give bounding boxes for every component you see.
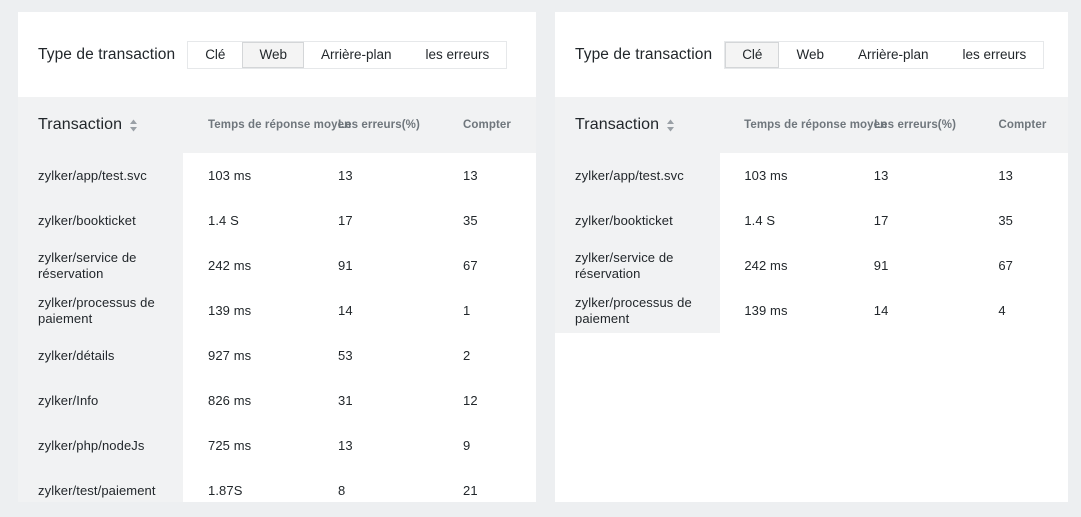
table-row[interactable]: zylker/Info 826 ms 31 12 [18, 378, 536, 423]
table-row[interactable]: zylker/app/test.svc 103 ms 13 13 [555, 153, 1068, 198]
column-header-avg-response-time[interactable]: Temps de réponse moyen [183, 119, 351, 131]
cell-count: 2 [463, 348, 471, 363]
column-header-errors[interactable]: Les erreurs(%) [328, 119, 433, 131]
cell-avg-response-time: 103 ms [744, 168, 788, 183]
tab-cle[interactable]: Clé [725, 41, 780, 68]
cell-transaction-name: zylker/détails [38, 347, 115, 363]
cell-transaction-name: zylker/app/test.svc [575, 167, 684, 183]
cell-errors: 91 [873, 258, 889, 273]
cell-count: 35 [463, 213, 478, 228]
table-row[interactable]: zylker/app/test.svc 103 ms 13 13 [18, 153, 536, 198]
transactions-table: Transaction Temps de réponse moyen Les e… [18, 97, 536, 502]
cell-avg-response-time: 927 ms [208, 348, 252, 363]
cell-count: 67 [463, 258, 478, 273]
cell-errors: 8 [338, 483, 346, 498]
tab-les-erreurs[interactable]: les erreurs [409, 42, 507, 68]
column-header-transaction[interactable]: Transaction [555, 116, 719, 134]
table-row[interactable]: zylker/processus de paiement 139 ms 14 4 [555, 288, 1068, 333]
cell-count: 13 [463, 168, 478, 183]
table-row[interactable]: zylker/test/paiement 1.87S 8 21 [18, 468, 536, 502]
cell-avg-response-time: 1.4 S [744, 213, 776, 228]
cell-count: 13 [998, 168, 1013, 183]
cell-transaction-name: zylker/processus de paiement [575, 294, 692, 326]
cell-avg-response-time: 826 ms [208, 393, 252, 408]
table-row[interactable]: zylker/processus de paiement 139 ms 14 1 [18, 288, 536, 333]
column-header-transaction-label: Transaction [38, 116, 123, 133]
cell-transaction-name: zylker/php/nodeJs [38, 437, 145, 453]
cell-avg-response-time: 139 ms [208, 303, 252, 318]
column-header-avg-response-time[interactable]: Temps de réponse moyen [719, 119, 887, 131]
table-header-row: Transaction Temps de réponse moyen Les e… [555, 97, 1068, 153]
column-header-errors[interactable]: Les erreurs(%) [864, 119, 968, 131]
column-header-count[interactable]: Compter [433, 119, 533, 131]
cell-transaction-name: zylker/bookticket [575, 212, 673, 228]
table-header-row: Transaction Temps de réponse moyen Les e… [18, 97, 536, 153]
cell-avg-response-time: 242 ms [744, 258, 788, 273]
cell-count: 35 [998, 213, 1013, 228]
transaction-panel-right: Type de transaction Clé Web Arrière-plan… [555, 12, 1068, 502]
cell-count: 67 [998, 258, 1013, 273]
transaction-panel-left: Type de transaction Clé Web Arrière-plan… [18, 12, 536, 502]
cell-avg-response-time: 725 ms [208, 438, 252, 453]
column-header-transaction-label: Transaction [575, 116, 660, 133]
tab-web[interactable]: Web [242, 41, 304, 68]
cell-count: 1 [463, 303, 471, 318]
cell-errors: 14 [873, 303, 889, 318]
filter-label: Type de transaction [38, 45, 176, 63]
table-row[interactable]: zylker/service de réservation 242 ms 91 … [18, 243, 536, 288]
column-header-transaction[interactable]: Transaction [18, 116, 183, 134]
table-row[interactable]: zylker/détails 927 ms 53 2 [18, 333, 536, 378]
transactions-table: Transaction Temps de réponse moyen Les e… [555, 97, 1068, 333]
tab-les-erreurs[interactable]: les erreurs [946, 42, 1044, 68]
tab-cle[interactable]: Clé [188, 42, 242, 68]
cell-avg-response-time: 139 ms [744, 303, 788, 318]
cell-avg-response-time: 103 ms [208, 168, 252, 183]
cell-avg-response-time: 242 ms [208, 258, 252, 273]
table-row[interactable]: zylker/bookticket 1.4 S 17 35 [555, 198, 1068, 243]
cell-errors: 13 [338, 168, 353, 183]
cell-count: 4 [998, 303, 1006, 318]
table-body: zylker/app/test.svc 103 ms 13 13 zylker/… [555, 153, 1068, 333]
cell-count: 9 [463, 438, 471, 453]
cell-transaction-name: zylker/app/test.svc [38, 167, 147, 183]
table-row[interactable]: zylker/php/nodeJs 725 ms 13 9 [18, 423, 536, 468]
cell-transaction-name: zylker/service de réservation [575, 249, 674, 281]
filter-bar: Type de transaction Clé Web Arrière-plan… [555, 12, 1068, 97]
cell-errors: 91 [338, 258, 353, 273]
sort-updown-icon[interactable] [129, 119, 138, 132]
cell-errors: 13 [338, 438, 353, 453]
cell-avg-response-time: 1.87S [208, 483, 243, 498]
filter-bar: Type de transaction Clé Web Arrière-plan… [18, 12, 536, 97]
tab-arriere-plan[interactable]: Arrière-plan [841, 42, 946, 68]
column-header-count[interactable]: Compter [968, 119, 1068, 131]
tab-arriere-plan[interactable]: Arrière-plan [304, 42, 409, 68]
sort-updown-icon[interactable] [666, 119, 675, 132]
cell-transaction-name: zylker/service de réservation [38, 249, 137, 281]
transaction-type-tabs: Clé Web Arrière-plan les erreurs [724, 40, 1045, 69]
cell-transaction-name: zylker/processus de paiement [38, 294, 155, 326]
filter-label: Type de transaction [575, 45, 713, 63]
cell-errors: 13 [873, 168, 889, 183]
cell-errors: 17 [338, 213, 353, 228]
transaction-type-tabs: Clé Web Arrière-plan les erreurs [187, 40, 508, 69]
cell-errors: 53 [338, 348, 353, 363]
cell-errors: 31 [338, 393, 353, 408]
table-row[interactable]: zylker/bookticket 1.4 S 17 35 [18, 198, 536, 243]
cell-count: 21 [463, 483, 478, 498]
cell-transaction-name: zylker/bookticket [38, 212, 136, 228]
cell-errors: 14 [338, 303, 353, 318]
cell-errors: 17 [873, 213, 889, 228]
page-root: Type de transaction Clé Web Arrière-plan… [0, 0, 1081, 517]
cell-avg-response-time: 1.4 S [208, 213, 239, 228]
cell-transaction-name: zylker/Info [38, 392, 99, 408]
table-body: zylker/app/test.svc 103 ms 13 13 zylker/… [18, 153, 536, 502]
cell-transaction-name: zylker/test/paiement [38, 482, 156, 498]
cell-count: 12 [463, 393, 478, 408]
tab-web[interactable]: Web [779, 42, 841, 68]
table-row[interactable]: zylker/service de réservation 242 ms 91 … [555, 243, 1068, 288]
